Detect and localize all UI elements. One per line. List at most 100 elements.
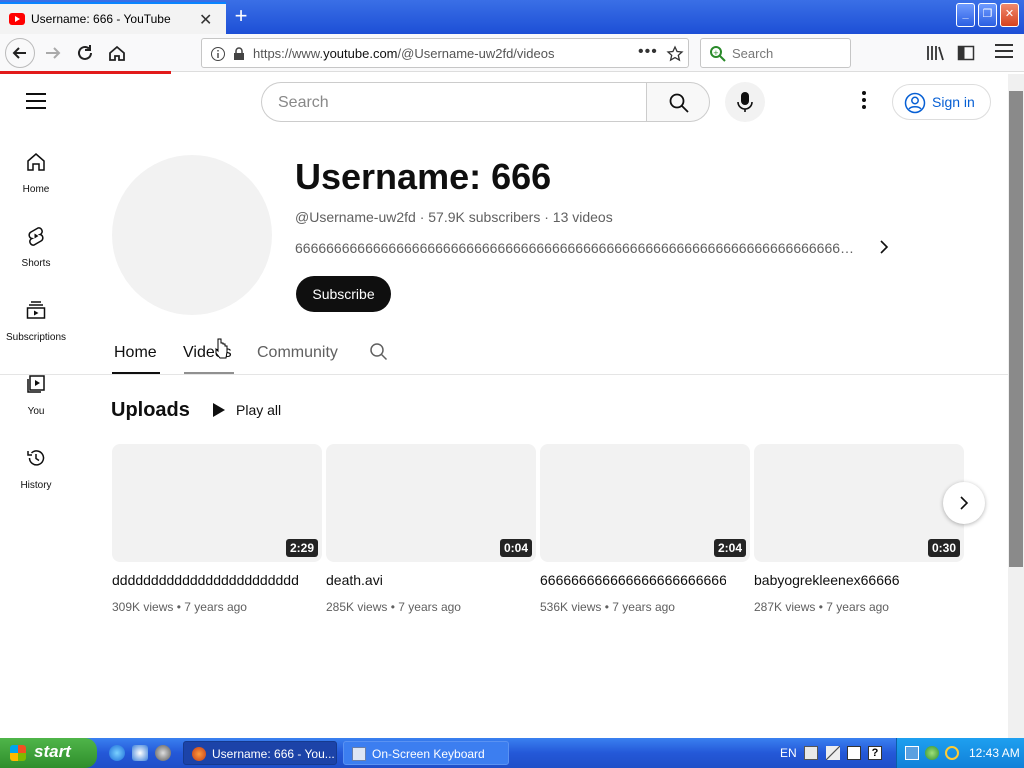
tab-close-icon[interactable]: ✕ (199, 10, 212, 30)
help-icon[interactable]: ? (868, 746, 882, 760)
back-button[interactable] (5, 38, 35, 68)
video-card[interactable]: 0:04 death.avi 285K views • 7 years ago (326, 444, 536, 624)
forward-button[interactable] (38, 38, 68, 68)
home-icon (27, 153, 45, 171)
reload-button[interactable] (70, 38, 100, 68)
guide-item-shorts[interactable]: Shorts (0, 222, 72, 292)
network-icon[interactable] (905, 746, 919, 760)
url-bar[interactable]: https://www.youtube.com/@Username-uw2fd/… (201, 38, 689, 68)
guide-item-label: Shorts (21, 258, 51, 269)
language-indicator[interactable]: EN (780, 746, 797, 760)
guide-item-home[interactable]: Home (0, 148, 72, 218)
video-title[interactable]: death.avi (326, 572, 512, 588)
sign-in-button[interactable]: Sign in (892, 84, 991, 120)
play-all-button[interactable]: Play all (236, 402, 281, 418)
video-duration: 2:04 (713, 539, 746, 557)
windows-logo-icon (10, 745, 26, 761)
youtube-favicon-icon (9, 13, 25, 25)
browser-tab[interactable]: Username: 666 - YouTube ✕ (0, 2, 226, 34)
taskbar-item-firefox[interactable]: Username: 666 - You... (183, 741, 337, 765)
uploads-title[interactable]: Uploads (111, 399, 190, 422)
page-actions-icon[interactable]: ••• (638, 43, 658, 61)
search-tray-icon[interactable] (945, 746, 959, 760)
clock[interactable]: 12:43 AM (969, 746, 1020, 760)
video-card[interactable]: 2:29 ddddddddddddddddddddddddd 309K view… (112, 444, 322, 624)
home-button[interactable] (102, 38, 132, 68)
keyboard-tray-icon[interactable] (804, 746, 818, 760)
video-title[interactable]: ddddddddddddddddddddddddd (112, 572, 298, 588)
internet-explorer-icon[interactable] (109, 745, 125, 761)
channel-avatar[interactable] (112, 155, 272, 315)
video-card[interactable]: 0:30 babyogrekleenex66666 287K views • 7… (754, 444, 964, 624)
video-meta: 309K views • 7 years ago (112, 600, 247, 614)
channel-handle: @Username-uw2fd (295, 209, 416, 225)
channel-search-icon[interactable] (369, 342, 389, 362)
firefox-icon (192, 747, 206, 761)
browser-search-placeholder: Search (732, 46, 774, 61)
url-path: /@Username-uw2fd/videos (397, 46, 555, 61)
scrollbar-thumb[interactable] (1009, 91, 1023, 567)
input-icon[interactable] (847, 746, 861, 760)
more-options-icon[interactable] (852, 88, 876, 116)
pen-icon[interactable] (826, 746, 840, 760)
tab-divider (0, 374, 1008, 375)
menu-icon[interactable] (995, 44, 1013, 58)
subscriptions-icon (26, 301, 46, 319)
subscribe-button[interactable]: Subscribe (296, 276, 391, 312)
start-button[interactable]: start (0, 738, 97, 768)
you-icon (27, 375, 45, 393)
guide-item-you[interactable]: You (0, 370, 72, 440)
guide-item-subscriptions[interactable]: Subscriptions (0, 296, 72, 366)
url-text: https://www.youtube.com/@Username-uw2fd/… (253, 46, 555, 61)
bookmark-star-icon[interactable] (666, 45, 684, 63)
sidebar-toggle-icon[interactable] (957, 44, 975, 62)
back-arrow-icon (12, 47, 26, 59)
browser-search-field[interactable]: + Search (700, 38, 851, 68)
voice-search-button[interactable] (725, 82, 765, 122)
video-card[interactable]: 2:04 66666666666666666666666666 536K vie… (540, 444, 750, 624)
guide-menu-icon[interactable] (26, 93, 46, 109)
info-icon[interactable] (210, 46, 226, 62)
video-duration: 0:04 (499, 539, 532, 557)
channel-name: Username: 666 (295, 156, 552, 197)
browser-toolbar: https://www.youtube.com/@Username-uw2fd/… (0, 34, 1024, 72)
chevron-right-icon[interactable] (878, 239, 890, 260)
account-icon (904, 92, 926, 114)
url-host: youtube.com (323, 46, 398, 61)
taskbar-item-osk[interactable]: On-Screen Keyboard (343, 741, 509, 765)
keyboard-icon (352, 747, 366, 761)
video-title[interactable]: babyogrekleenex66666 (754, 572, 940, 588)
url-prefix: https://www. (253, 46, 324, 61)
guide-item-label: Home (22, 184, 50, 195)
video-meta: 285K views • 7 years ago (326, 600, 461, 614)
lock-icon[interactable] (231, 46, 247, 62)
video-count: 13 videos (552, 209, 613, 225)
video-views: 287K views (754, 600, 816, 614)
svg-text:+: + (713, 49, 719, 57)
youtube-search-button[interactable] (646, 82, 710, 122)
video-age: 7 years ago (612, 600, 675, 614)
channel-meta: @Username-uw2fd · 57.9K subscribers · 13… (295, 209, 613, 225)
youtube-search-input[interactable]: Search (261, 82, 647, 122)
video-title[interactable]: 66666666666666666666666666 (540, 572, 726, 588)
meta-dot: • (390, 600, 395, 614)
subscriber-count: 57.9K subscribers (428, 209, 541, 225)
channel-description[interactable]: 6666666666666666666666666666666666666666… (295, 240, 861, 256)
tab-community[interactable]: Community (257, 344, 338, 362)
new-tab-button[interactable]: + (230, 3, 252, 29)
guide-item-label: You (27, 406, 45, 417)
media-player-icon[interactable] (155, 745, 171, 761)
shelf-next-button[interactable] (943, 482, 985, 524)
guide-item-history[interactable]: History (0, 444, 72, 514)
play-icon[interactable] (213, 403, 225, 417)
tab-home[interactable]: Home (114, 344, 157, 362)
library-icon[interactable] (925, 44, 945, 62)
email-icon[interactable] (132, 745, 148, 761)
youtube-search-placeholder: Search (278, 94, 329, 111)
minimize-button[interactable]: _ (956, 3, 975, 27)
restore-button[interactable]: ❐ (978, 3, 997, 27)
taskbar-item-label: On-Screen Keyboard (372, 747, 485, 761)
window-close-button[interactable]: ✕ (1000, 3, 1019, 27)
security-icon[interactable] (925, 746, 939, 760)
guide-item-label: History (20, 480, 52, 491)
